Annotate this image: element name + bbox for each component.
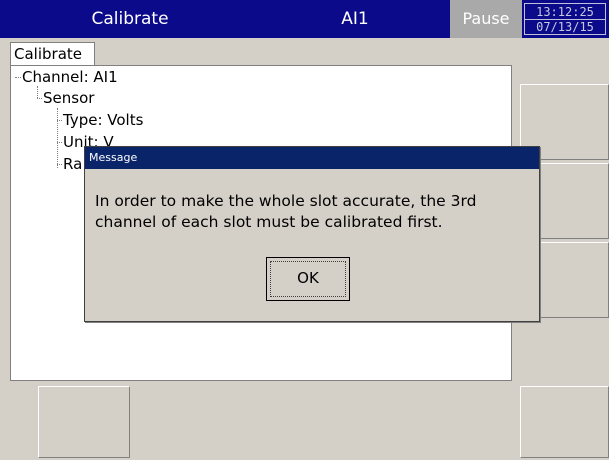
pause-status[interactable]: Pause — [450, 0, 522, 38]
top-bar: Calibrate AI1 Pause 13:12:25 07/13/15 — [0, 0, 609, 38]
tree-connector — [57, 164, 62, 165]
tree-item-type[interactable]: Type: Volts — [63, 111, 143, 129]
bottom-button[interactable] — [38, 386, 130, 458]
clock: 13:12:25 07/13/15 — [524, 3, 606, 35]
tree-connector — [15, 77, 21, 78]
message-dialog: Message In order to make the whole slot … — [84, 146, 540, 322]
ok-button-label: OK — [297, 269, 319, 287]
clock-time: 13:12:25 — [525, 5, 605, 20]
screen-title: Calibrate — [91, 9, 169, 29]
dialog-title: Message — [85, 147, 539, 169]
channel-label: AI1 — [341, 9, 369, 29]
dialog-message-line2: channel of each slot must be calibrated … — [95, 213, 443, 231]
tab-calibrate[interactable]: Calibrate — [10, 42, 95, 66]
tree-connector — [37, 98, 42, 99]
tree-connector — [57, 108, 58, 168]
side-button-4[interactable] — [520, 386, 609, 458]
dialog-message: In order to make the whole slot accurate… — [95, 191, 515, 233]
tree-item-sensor[interactable]: Sensor — [43, 89, 94, 107]
dialog-message-line1: In order to make the whole slot accurate… — [95, 192, 477, 210]
tree-connector — [57, 120, 62, 121]
clock-date: 07/13/15 — [536, 20, 594, 34]
tree-connector — [57, 142, 62, 143]
tree-item-range[interactable]: Ra — [63, 155, 82, 173]
tree-connector — [37, 86, 38, 98]
ok-button[interactable]: OK — [266, 257, 350, 301]
tree-item-channel[interactable]: Channel: AI1 — [22, 68, 118, 86]
